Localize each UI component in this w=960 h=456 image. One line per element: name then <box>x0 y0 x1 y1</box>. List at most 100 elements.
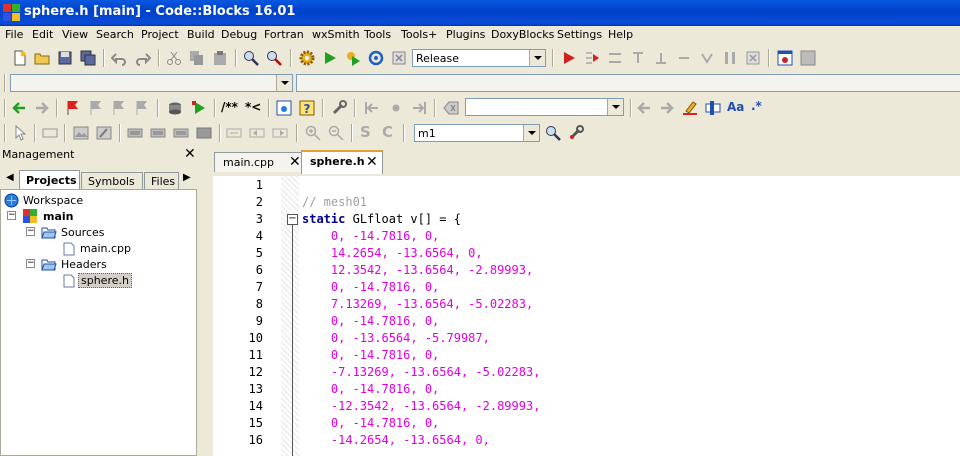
jump-back-icon[interactable] <box>11 100 27 116</box>
chevron-down-icon[interactable] <box>529 50 545 66</box>
replace-icon[interactable] <box>266 50 282 66</box>
tree-project-main[interactable]: main <box>43 210 74 223</box>
rebuild-icon[interactable] <box>368 50 384 66</box>
spacer-c-icon[interactable]: C <box>382 123 393 141</box>
find-icon[interactable] <box>243 50 259 66</box>
incremental-search-input[interactable] <box>465 98 624 116</box>
build-run-icon[interactable] <box>345 50 361 66</box>
menu-wxsmith[interactable]: wxSmith <box>312 28 360 41</box>
close-icon[interactable]: ✕ <box>366 154 378 170</box>
widget-layout-d-icon[interactable] <box>196 125 212 141</box>
collapse-toggle-icon[interactable]: − <box>26 259 35 268</box>
menu-settings[interactable]: Settings <box>557 28 602 41</box>
border-right-icon[interactable] <box>272 125 288 141</box>
save-all-icon[interactable] <box>80 50 96 66</box>
run-to-cursor-icon[interactable] <box>584 50 600 66</box>
help-icon[interactable]: ? <box>299 100 315 116</box>
regex-icon[interactable]: .* <box>751 99 762 113</box>
prev-change-icon[interactable] <box>364 100 380 116</box>
next-instruction-icon[interactable] <box>676 50 692 66</box>
menu-search[interactable]: Search <box>96 28 134 41</box>
tree-sources[interactable]: Sources <box>61 226 105 239</box>
next-change-icon[interactable] <box>411 100 427 116</box>
build-gear-icon[interactable] <box>299 50 315 66</box>
editor-tab-sphere-h[interactable]: sphere.h ✕ <box>301 150 383 174</box>
menu-tools[interactable]: Tools <box>364 28 391 41</box>
widget-bitmap-icon[interactable] <box>96 125 112 141</box>
debug-windows-icon[interactable] <box>777 50 793 66</box>
menu-view[interactable]: View <box>62 28 88 41</box>
editor-tab-main-cpp[interactable]: main.cpp ✕ <box>214 152 306 172</box>
tool-settings-icon[interactable] <box>331 100 347 116</box>
widget-layout-b-icon[interactable] <box>150 125 166 141</box>
symbol-find-icon[interactable] <box>545 125 561 141</box>
find-next-icon[interactable] <box>659 100 675 116</box>
menu-tools-plus[interactable]: Tools+ <box>401 28 437 41</box>
symbol-search-select[interactable]: m1 <box>414 124 540 142</box>
widget-layout-a-icon[interactable] <box>127 125 143 141</box>
tree-workspace[interactable]: Workspace <box>23 194 83 207</box>
menu-project[interactable]: Project <box>141 28 179 41</box>
tree-file-main-cpp[interactable]: main.cpp <box>80 242 131 255</box>
menu-build[interactable]: Build <box>187 28 215 41</box>
tab-scroll-left-icon[interactable]: ◀ <box>6 172 14 183</box>
clear-bookmarks-icon[interactable] <box>134 100 150 116</box>
tab-files[interactable]: Files <box>144 172 179 190</box>
block-comment-icon[interactable]: /** <box>221 100 238 114</box>
chevron-down-icon[interactable] <box>607 99 623 115</box>
widget-panel-icon[interactable] <box>42 125 58 141</box>
debug-info-icon[interactable] <box>800 50 816 66</box>
menu-debug[interactable]: Debug <box>221 28 257 41</box>
open-file-icon[interactable] <box>34 50 50 66</box>
widget-image-icon[interactable] <box>73 125 89 141</box>
tab-scroll-right-icon[interactable]: ▶ <box>183 172 191 183</box>
next-bookmark-icon[interactable] <box>111 100 127 116</box>
jump-forward-icon[interactable] <box>34 100 50 116</box>
redo-icon[interactable] <box>135 50 151 66</box>
next-line-icon[interactable] <box>607 50 623 66</box>
chevron-down-icon[interactable] <box>523 125 539 141</box>
scope-select[interactable] <box>10 74 293 92</box>
undo-icon[interactable] <box>111 50 127 66</box>
pointer-icon[interactable] <box>12 125 28 141</box>
stop-debug-icon[interactable] <box>745 50 761 66</box>
abort-icon[interactable] <box>391 50 407 66</box>
menu-help[interactable]: Help <box>608 28 633 41</box>
menu-file[interactable]: File <box>5 28 23 41</box>
selected-text-only-icon[interactable] <box>705 100 721 116</box>
close-icon[interactable]: ✕ <box>184 146 196 162</box>
tree-headers[interactable]: Headers <box>61 258 107 271</box>
symbol-settings-icon[interactable] <box>568 125 584 141</box>
copy-icon[interactable] <box>189 50 205 66</box>
find-prev-icon[interactable] <box>636 100 652 116</box>
line-comment-icon[interactable]: *< <box>245 100 261 114</box>
widget-layout-c-icon[interactable] <box>173 125 189 141</box>
highlight-icon[interactable] <box>682 100 698 116</box>
toggle-bookmark-icon[interactable] <box>65 100 81 116</box>
tab-symbols[interactable]: Symbols <box>81 172 143 190</box>
border-left-icon[interactable] <box>249 125 265 141</box>
menu-fortran[interactable]: Fortran <box>264 28 304 41</box>
border-all-icon[interactable] <box>226 125 242 141</box>
menu-plugins[interactable]: Plugins <box>446 28 485 41</box>
step-out-icon[interactable] <box>653 50 669 66</box>
collapse-toggle-icon[interactable]: − <box>26 227 35 236</box>
menu-edit[interactable]: Edit <box>32 28 53 41</box>
zoom-out-icon[interactable] <box>328 125 344 141</box>
tree-file-sphere-h[interactable]: sphere.h <box>78 273 132 288</box>
new-file-icon[interactable] <box>12 50 28 66</box>
run-icon[interactable] <box>322 50 338 66</box>
spacer-s-icon[interactable]: S <box>360 123 371 141</box>
close-icon[interactable]: ✕ <box>289 154 301 170</box>
chevron-down-icon[interactable] <box>276 75 292 91</box>
step-into-icon[interactable] <box>630 50 646 66</box>
incremental-search-clear-icon[interactable] <box>443 100 459 116</box>
paste-icon[interactable] <box>212 50 228 66</box>
html-help-icon[interactable] <box>276 100 292 116</box>
extract-project-icon[interactable] <box>191 100 207 116</box>
build-target-select[interactable]: Release <box>412 49 546 67</box>
fold-toggle-icon[interactable]: − <box>287 214 298 225</box>
pause-icon[interactable] <box>722 50 738 66</box>
prev-bookmark-icon[interactable] <box>88 100 104 116</box>
zoom-in-icon[interactable] <box>305 125 321 141</box>
